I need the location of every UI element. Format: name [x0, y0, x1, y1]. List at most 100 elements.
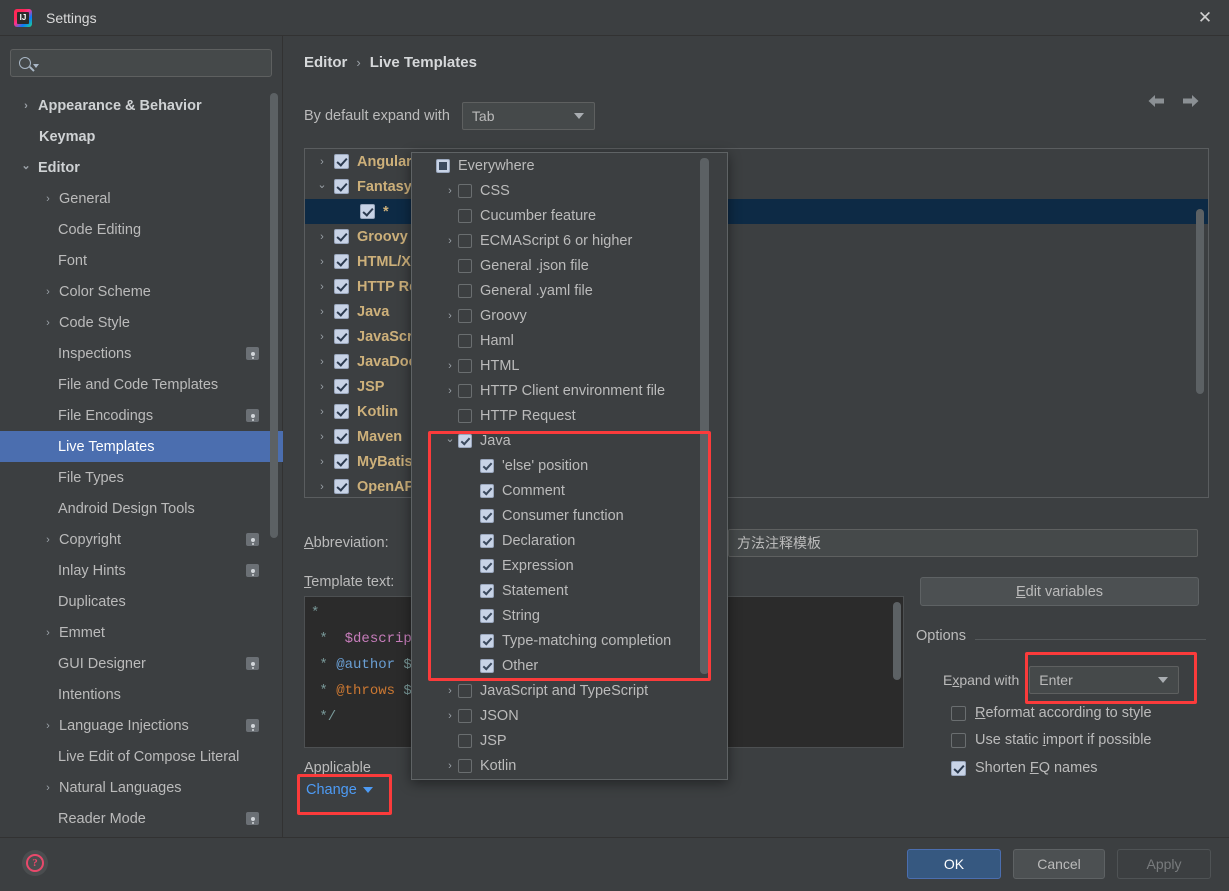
context-checkbox[interactable]	[458, 683, 472, 698]
chevron-right-icon[interactable]: ›	[315, 281, 329, 293]
edit-variables-button[interactable]: Edit variables	[920, 577, 1199, 606]
template-group-checkbox[interactable]	[334, 329, 349, 344]
context-row-kotlin[interactable]: › Kotlin	[412, 753, 727, 778]
checkbox-use-static-import[interactable]: Use static import if possible	[951, 732, 1152, 748]
description-input[interactable]: 方法注释模板	[728, 529, 1198, 557]
chevron-right-icon[interactable]: ›	[42, 317, 54, 329]
chevron-right-icon[interactable]: ›	[42, 627, 54, 639]
sidebar-item-editor[interactable]: ⌄ Editor	[0, 152, 283, 183]
context-row-http-client-environment-file[interactable]: › HTTP Client environment file	[412, 378, 727, 403]
template-group-checkbox[interactable]	[334, 379, 349, 394]
sidebar-item-file-and-code-templates[interactable]: File and Code Templates	[0, 369, 283, 400]
apply-button[interactable]: Apply	[1117, 849, 1211, 879]
template-group-checkbox[interactable]	[360, 204, 375, 219]
context-row-general-json-file[interactable]: General .json file	[412, 253, 727, 278]
context-row-else-position[interactable]: 'else' position	[412, 453, 727, 478]
sidebar-item-copyright[interactable]: › Copyright	[0, 524, 283, 555]
expand-with-select[interactable]: Enter	[1029, 666, 1180, 694]
template-editor-scrollbar[interactable]	[893, 602, 901, 680]
chevron-right-icon[interactable]: ›	[315, 406, 329, 418]
sidebar-item-live-edit-of-compose-literal[interactable]: Live Edit of Compose Literal	[0, 741, 283, 772]
sidebar-item-file-types[interactable]: File Types	[0, 462, 283, 493]
context-checkbox[interactable]	[480, 483, 494, 498]
chevron-right-icon[interactable]: ›	[442, 685, 458, 697]
context-checkbox[interactable]	[458, 283, 472, 298]
chevron-right-icon[interactable]: ›	[442, 710, 458, 722]
chevron-right-icon[interactable]: ›	[315, 256, 329, 268]
chevron-down-icon[interactable]: ⌄	[315, 178, 329, 191]
template-group-checkbox[interactable]	[334, 404, 349, 419]
context-checkbox[interactable]	[458, 433, 472, 448]
chevron-right-icon[interactable]: ›	[315, 456, 329, 468]
context-checkbox[interactable]	[458, 408, 472, 423]
chevron-right-icon[interactable]: ›	[315, 381, 329, 393]
context-row-html[interactable]: › HTML	[412, 353, 727, 378]
context-row-statement[interactable]: Statement	[412, 578, 727, 603]
sidebar-item-natural-languages[interactable]: › Natural Languages	[0, 772, 283, 803]
context-row-java[interactable]: ⌄ Java	[412, 428, 727, 453]
sidebar-item-emmet[interactable]: › Emmet	[0, 617, 283, 648]
sidebar-item-keymap[interactable]: Keymap	[0, 121, 283, 152]
chevron-right-icon[interactable]: ›	[442, 185, 458, 197]
context-checkbox[interactable]	[436, 158, 450, 173]
context-row-expression[interactable]: Expression	[412, 553, 727, 578]
applicable-contexts-popup[interactable]: Everywhere › CSS Cucumber feature › ECMAScrip…	[411, 152, 728, 780]
context-checkbox[interactable]	[480, 508, 494, 523]
chevron-right-icon[interactable]: ›	[315, 331, 329, 343]
chevron-right-icon[interactable]: ›	[42, 782, 54, 794]
search-input[interactable]	[45, 55, 271, 71]
template-group-checkbox[interactable]	[334, 479, 349, 494]
context-checkbox[interactable]	[458, 333, 472, 348]
context-checkbox[interactable]	[458, 233, 472, 248]
context-row-general-yaml-file[interactable]: General .yaml file	[412, 278, 727, 303]
sidebar-item-intentions[interactable]: Intentions	[0, 679, 283, 710]
template-group-checkbox[interactable]	[334, 454, 349, 469]
chevron-right-icon[interactable]: ›	[442, 310, 458, 322]
default-expand-select[interactable]: Tab	[461, 102, 595, 130]
template-group-checkbox[interactable]	[334, 279, 349, 294]
context-row-comment[interactable]: Comment	[412, 478, 727, 503]
chevron-right-icon[interactable]: ›	[442, 385, 458, 397]
chevron-down-icon[interactable]: ⌄	[442, 432, 458, 445]
context-checkbox[interactable]	[480, 608, 494, 623]
context-row-groovy[interactable]: › Groovy	[412, 303, 727, 328]
context-checkbox[interactable]	[458, 708, 472, 723]
sidebar-item-font[interactable]: Font	[0, 245, 283, 276]
template-group-checkbox[interactable]	[334, 429, 349, 444]
context-row-css[interactable]: › CSS	[412, 178, 727, 203]
sidebar-item-file-encodings[interactable]: File Encodings	[0, 400, 283, 431]
template-group-checkbox[interactable]	[334, 254, 349, 269]
context-checkbox[interactable]	[480, 458, 494, 473]
template-group-checkbox[interactable]	[334, 354, 349, 369]
context-checkbox[interactable]	[458, 358, 472, 373]
checkbox-reformat-according-to-style[interactable]: Reformat according to style	[951, 705, 1152, 721]
context-row-consumer-function[interactable]: Consumer function	[412, 503, 727, 528]
sidebar-item-gui-designer[interactable]: GUI Designer	[0, 648, 283, 679]
chevron-right-icon[interactable]: ›	[442, 235, 458, 247]
chevron-right-icon[interactable]: ›	[315, 306, 329, 318]
template-group-checkbox[interactable]	[334, 304, 349, 319]
sidebar-item-general[interactable]: › General	[0, 183, 283, 214]
context-checkbox[interactable]	[458, 258, 472, 273]
context-checkbox[interactable]	[458, 208, 472, 223]
sidebar-item-color-scheme[interactable]: › Color Scheme	[0, 276, 283, 307]
chevron-right-icon[interactable]: ›	[42, 720, 54, 732]
context-checkbox[interactable]	[480, 533, 494, 548]
sidebar-item-inspections[interactable]: Inspections	[0, 338, 283, 369]
close-icon[interactable]: ✕	[1181, 0, 1229, 36]
sidebar-item-duplicates[interactable]: Duplicates	[0, 586, 283, 617]
breadcrumb-parent[interactable]: Editor	[304, 54, 347, 71]
template-group-checkbox[interactable]	[334, 179, 349, 194]
chevron-right-icon[interactable]: ›	[42, 534, 54, 546]
context-checkbox[interactable]	[480, 558, 494, 573]
context-checkbox[interactable]	[480, 583, 494, 598]
sidebar-item-appearance-behavior[interactable]: › Appearance & Behavior	[0, 90, 283, 121]
chevron-right-icon[interactable]: ›	[442, 360, 458, 372]
arrow-left-icon[interactable]	[1144, 91, 1168, 111]
chevron-right-icon[interactable]: ›	[315, 431, 329, 443]
context-row-other[interactable]: Other	[412, 653, 727, 678]
context-checkbox[interactable]	[458, 308, 472, 323]
sidebar-item-language-injections[interactable]: › Language Injections	[0, 710, 283, 741]
context-row-declaration[interactable]: Declaration	[412, 528, 727, 553]
chevron-right-icon[interactable]: ›	[315, 156, 329, 168]
